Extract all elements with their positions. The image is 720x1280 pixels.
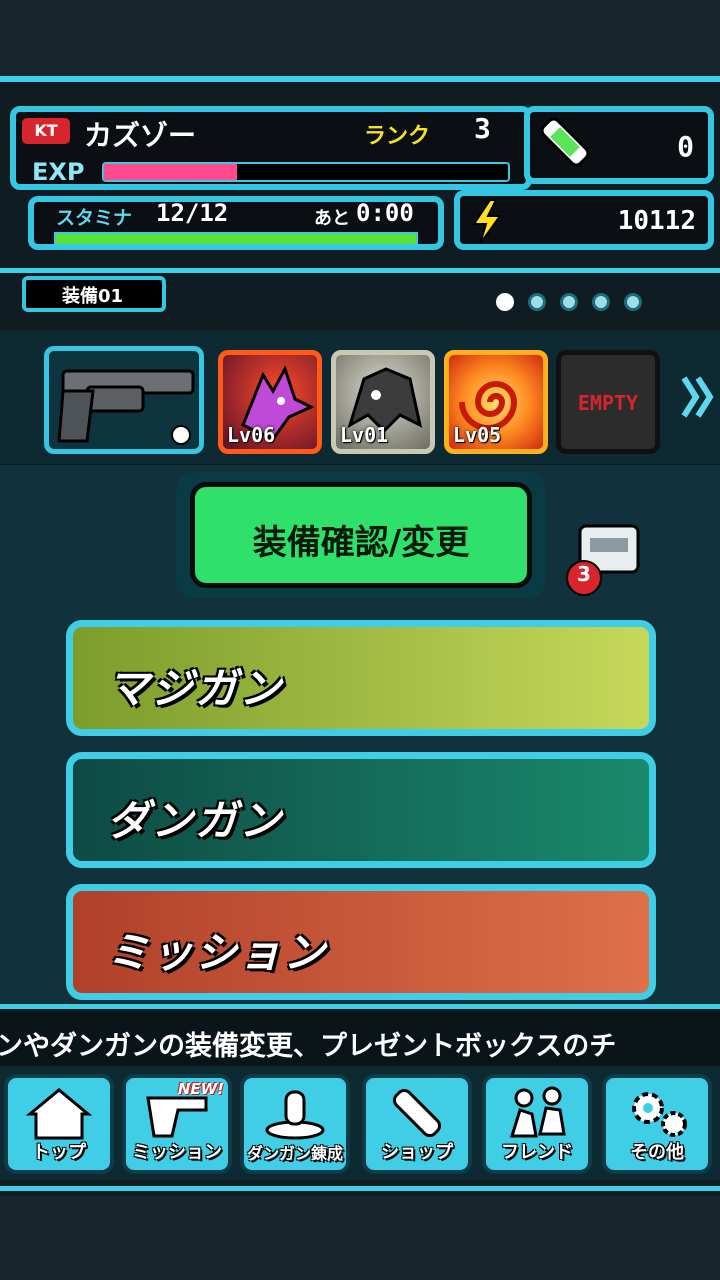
exp-bar (102, 162, 510, 182)
gem-capsule-icon (540, 117, 590, 167)
magigun-label: マジガン (107, 664, 284, 713)
ticker-text: ンやダンガンの装備変更、プレゼントボックスのチ (0, 1031, 617, 1062)
bullet-level-3: Lv05 (453, 423, 502, 447)
bullet-slot-3[interactable]: Lv05 (444, 350, 548, 454)
nav-shop-label: ショップ (381, 1142, 453, 1163)
bullet-slot-1[interactable]: Lv06 (218, 350, 322, 454)
capsule-icon (392, 1088, 442, 1138)
bullet-level-2: Lv01 (340, 423, 389, 447)
bottom-rail (0, 1186, 720, 1191)
top-background (0, 0, 720, 80)
rank-value: 3 (474, 112, 491, 145)
nav-friend[interactable]: フレンド (482, 1074, 592, 1174)
nav-other[interactable]: その他 (602, 1074, 712, 1174)
magigun-button[interactable]: マジガン (66, 620, 656, 736)
nav-dangan-forge[interactable]: ダンガン錬成 (240, 1074, 350, 1174)
nav-top-label: トップ (32, 1142, 86, 1163)
page-indicator[interactable] (496, 293, 642, 311)
top-rail (0, 76, 720, 82)
revolver-icon (57, 369, 195, 445)
equip-rail (0, 268, 720, 273)
page-dot[interactable] (528, 293, 546, 311)
nav-shop[interactable]: ショップ (362, 1074, 472, 1174)
friends-icon (509, 1086, 566, 1138)
page-dot[interactable] (560, 293, 578, 311)
next-arrow-icon[interactable] (680, 372, 714, 422)
bullet-slot-2[interactable]: Lv01 (331, 350, 435, 454)
present-count-badge: 3 (566, 560, 602, 596)
stamina-bar (54, 232, 418, 246)
gem-count: 0 (677, 130, 694, 163)
nav-mission-label: ミッション (132, 1142, 222, 1163)
nav-other-label: その他 (630, 1142, 684, 1163)
ticker-bar: ンやダンガンの装備変更、プレゼントボックスのチ (0, 1012, 720, 1066)
nav-mission[interactable]: ミッション NEW! (122, 1074, 232, 1174)
player-badge: KT (22, 118, 70, 144)
nav-friend-label: フレンド (501, 1142, 573, 1163)
equip-confirm-button[interactable]: 装備確認/変更 (190, 482, 532, 588)
recover-time: 0:00 (356, 199, 414, 227)
mission-button[interactable]: ミッション (66, 884, 656, 1000)
equip-set-label: 装備01 (62, 286, 124, 307)
nav-top[interactable]: トップ (4, 1074, 114, 1174)
mission-label: ミッション (107, 928, 328, 977)
gear-icon (632, 1092, 687, 1137)
equip-confirm-label: 装備確認/変更 (252, 523, 470, 563)
lightning-icon (472, 200, 502, 244)
stamina-value: 12/12 (156, 199, 229, 227)
bullet-forge-icon (265, 1090, 325, 1140)
bottom-background (0, 1196, 720, 1280)
bullet-level-1: Lv06 (227, 423, 276, 447)
player-name: カズゾー (84, 119, 197, 152)
page-dot[interactable] (592, 293, 610, 311)
dangan-label: ダンガン (107, 796, 284, 845)
gun-slot[interactable] (44, 346, 204, 454)
recover-label: あと (314, 208, 350, 229)
page-dot[interactable] (496, 293, 514, 311)
new-badge: NEW! (177, 1080, 224, 1098)
bullet-slot-empty[interactable]: EMPTY (556, 350, 660, 454)
rank-label: ランク (364, 124, 431, 149)
present-box-button[interactable]: 3 (566, 514, 644, 596)
empty-slot-label: EMPTY (577, 391, 639, 415)
house-icon (25, 1088, 93, 1140)
exp-label: EXP (32, 158, 85, 186)
stamina-label: スタミナ (56, 207, 133, 229)
page-dot[interactable] (624, 293, 642, 311)
dangan-button[interactable]: ダンガン (66, 752, 656, 868)
ticker-rail-top (0, 1004, 720, 1009)
coin-count: 10112 (617, 206, 696, 236)
nav-dangan-forge-label: ダンガン錬成 (246, 1144, 343, 1163)
